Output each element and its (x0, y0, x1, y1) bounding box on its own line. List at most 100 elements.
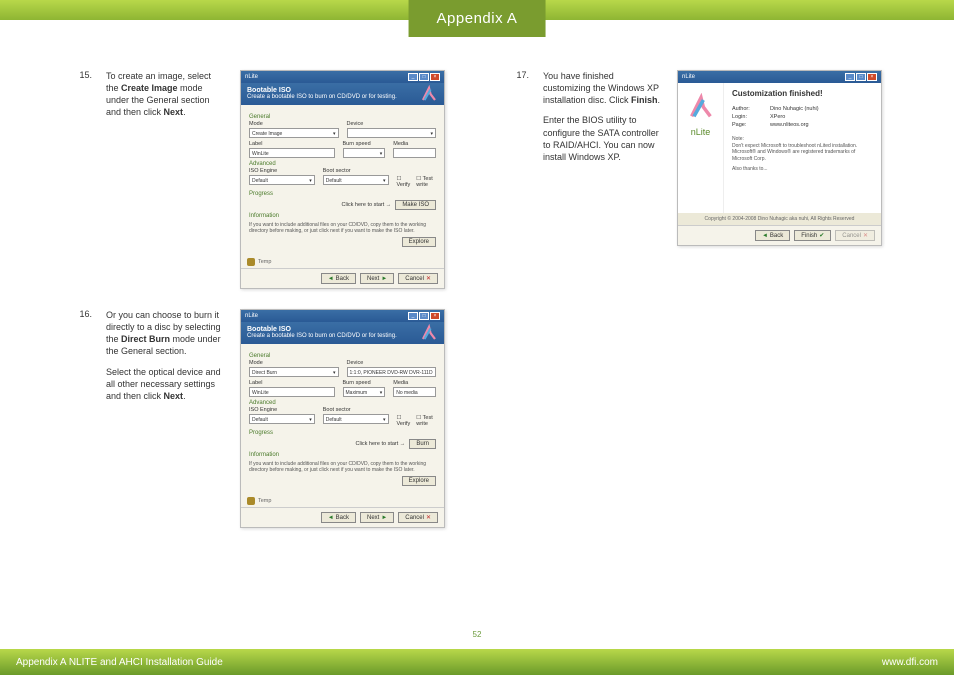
step-number: 16. (70, 309, 92, 319)
label-engine: ISO Engine (249, 168, 315, 174)
window-controls: _ □ × (408, 312, 440, 320)
window-body: nLite Customization finished! Author:Din… (678, 83, 881, 213)
back-arrow-icon: ◄ (328, 276, 334, 282)
label-label: Label (249, 141, 335, 147)
window-titlebar: nLite _ □ × (241, 71, 444, 83)
bold: Direct Burn (121, 334, 170, 344)
engine-select[interactable]: Default (249, 175, 315, 185)
label-engine: ISO Engine (249, 407, 315, 413)
header-band: Appendix A (0, 0, 954, 20)
label-device: Device (347, 121, 437, 127)
media-field (393, 148, 436, 158)
label-label: Label (249, 380, 335, 386)
label-device: Device (347, 360, 437, 366)
maximize-icon[interactable]: □ (856, 73, 866, 81)
finish-button[interactable]: Finish✔ (794, 230, 831, 241)
close-icon[interactable]: × (430, 312, 440, 320)
page-number: 52 (473, 630, 482, 639)
window-title: nLite (245, 313, 258, 319)
close-icon[interactable]: × (867, 73, 877, 81)
back-arrow-icon: ◄ (762, 233, 768, 239)
cancel-button[interactable]: Cancel✕ (398, 273, 438, 284)
verify-checkbox[interactable]: Verify (397, 415, 411, 427)
check-icon: ✔ (819, 232, 824, 239)
progress-hint: Click here to start → (341, 202, 391, 208)
back-button[interactable]: ◄Back (755, 230, 790, 241)
label-bootsector: Boot sector (323, 168, 389, 174)
minimize-icon[interactable]: _ (845, 73, 855, 81)
section-info: Information (249, 213, 436, 219)
explore-button[interactable]: Explore (402, 476, 436, 486)
nlite-logo-icon (420, 85, 438, 103)
label-mode: Mode (249, 121, 339, 127)
section-progress: Progress (249, 191, 436, 197)
note-text: Don't expect Microsoft to troubleshoot n… (732, 143, 873, 163)
close-icon[interactable]: × (430, 73, 440, 81)
cancel-button[interactable]: Cancel✕ (835, 230, 875, 241)
burn-button[interactable]: Burn (409, 439, 436, 449)
section-advanced: Advanced (249, 400, 436, 406)
bold: Next (164, 391, 184, 401)
window-body: General ModeDirect Burn Device1:1:0, PIO… (241, 344, 444, 495)
label-page: Page: (732, 122, 762, 128)
label-input[interactable]: WinLite (249, 387, 335, 397)
bootsector-select[interactable]: Default (323, 414, 389, 424)
step-16: 16. Or you can choose to burn it directl… (70, 309, 447, 528)
left-column: 15. To create an image, select the Creat… (70, 70, 447, 548)
verify-checkbox[interactable]: Verify (397, 176, 411, 188)
maximize-icon[interactable]: □ (419, 73, 429, 81)
window-banner: Bootable ISO Create a bootable ISO to bu… (241, 322, 444, 344)
folder-icon (247, 258, 255, 266)
banner-title: Bootable ISO (247, 87, 438, 94)
step-text: You have finished customizing the Window… (543, 70, 663, 171)
label-input[interactable]: WinLite (249, 148, 335, 158)
device-select[interactable] (347, 128, 437, 138)
mode-select[interactable]: Direct Burn (249, 367, 339, 377)
cancel-x-icon: ✕ (863, 232, 868, 239)
copyright-text: Copyright © 2004-2008 Dino Nuhagic aka n… (678, 213, 881, 225)
label-author: Author: (732, 106, 762, 112)
content-area: 15. To create an image, select the Creat… (0, 20, 954, 568)
back-button[interactable]: ◄Back (321, 512, 356, 523)
wizard-buttons: ◄Back Next► Cancel✕ (241, 507, 444, 527)
next-button[interactable]: Next► (360, 512, 394, 523)
step-number: 17. (507, 70, 529, 80)
right-column: 17. You have finished customizing the Wi… (507, 70, 884, 548)
cancel-button[interactable]: Cancel✕ (398, 512, 438, 523)
label-login: Login: (732, 114, 762, 120)
burnspeed-select[interactable] (343, 148, 386, 158)
device-select[interactable]: 1:1:0, PIONEER DVD-RW DVR-111D 1.23 (347, 367, 437, 377)
maximize-icon[interactable]: □ (419, 312, 429, 320)
section-advanced: Advanced (249, 161, 436, 167)
banner-title: Bootable ISO (247, 326, 438, 333)
bootsector-select[interactable]: Default (323, 175, 389, 185)
temp-row: Temp (241, 495, 444, 507)
cancel-x-icon: ✕ (426, 275, 431, 282)
testwrite-checkbox[interactable]: Test write (416, 415, 436, 427)
engine-select[interactable]: Default (249, 414, 315, 424)
text: Enter the BIOS utility to configure the … (543, 114, 663, 163)
nlite-logo-icon (420, 324, 438, 342)
testwrite-checkbox[interactable]: Test write (416, 176, 436, 188)
make-iso-button[interactable]: Make ISO (395, 200, 436, 210)
temp-row: Temp (241, 256, 444, 268)
banner-subtitle: Create a bootable ISO to burn on CD/DVD … (247, 333, 438, 339)
step-text: To create an image, select the Create Im… (106, 70, 226, 127)
window-banner: Bootable ISO Create a bootable ISO to bu… (241, 83, 444, 105)
next-button[interactable]: Next► (360, 273, 394, 284)
wizard-buttons: ◄Back Next► Cancel✕ (241, 268, 444, 288)
step-17: 17. You have finished customizing the Wi… (507, 70, 884, 246)
next-arrow-icon: ► (381, 515, 387, 521)
step-text: Or you can choose to burn it directly to… (106, 309, 226, 410)
explore-button[interactable]: Explore (402, 237, 436, 247)
step-15: 15. To create an image, select the Creat… (70, 70, 447, 289)
back-button[interactable]: ◄Back (321, 273, 356, 284)
minimize-icon[interactable]: _ (408, 73, 418, 81)
minimize-icon[interactable]: _ (408, 312, 418, 320)
footer-left: Appendix A NLITE and AHCI Installation G… (16, 657, 223, 668)
label-burnspeed: Burn speed (343, 380, 386, 386)
mode-select[interactable]: Create Image (249, 128, 339, 138)
burnspeed-select[interactable]: Maximum (343, 387, 386, 397)
window-body: General ModeCreate Image Device LabelWin… (241, 105, 444, 256)
back-arrow-icon: ◄ (328, 515, 334, 521)
